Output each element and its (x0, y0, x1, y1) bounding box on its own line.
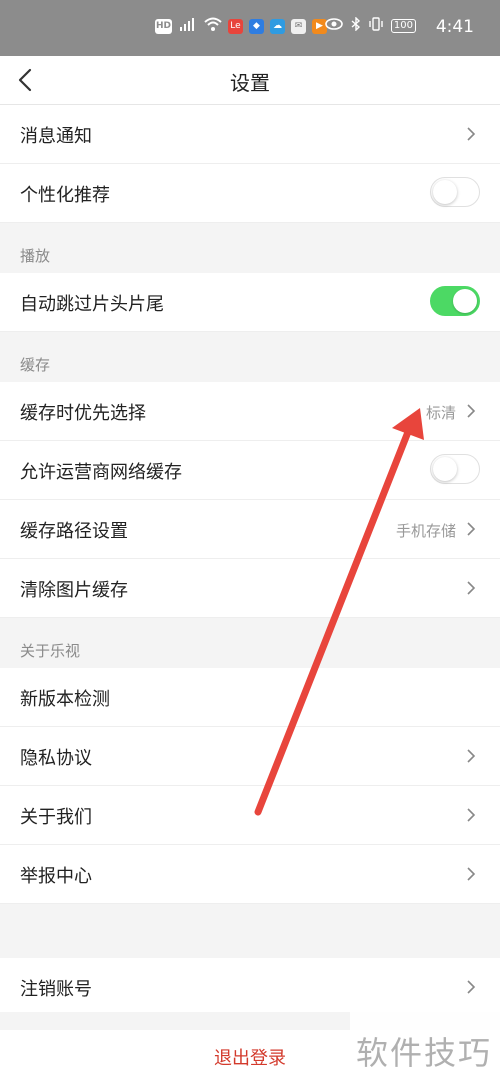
eye-icon (325, 18, 343, 33)
settings-row-label: 消息通知 (20, 126, 92, 147)
4g-signal-icon (178, 17, 198, 36)
personalized-recommend-toggle[interactable] (430, 177, 480, 207)
cloud-app-icon: ☁ (270, 19, 285, 34)
auto-skip-intro-toggle[interactable] (430, 286, 480, 316)
settings-row-label: 关于我们 (20, 807, 92, 828)
status-bar-time: 4:41 (435, 17, 474, 37)
settings-list: 消息通知 个性化推荐 播放 自动跳过片头片尾 缓存 缓存时优先选择 标清 允许运… (0, 105, 500, 1017)
toggle-knob (433, 180, 457, 204)
settings-row-label: 注销账号 (20, 979, 92, 1000)
chevron-right-icon (467, 808, 476, 822)
settings-row-label: 自动跳过片头片尾 (20, 294, 164, 315)
settings-row-label: 缓存时优先选择 (20, 403, 146, 424)
settings-row-privacy-policy[interactable]: 隐私协议 (0, 727, 500, 786)
carrier-network-cache-toggle[interactable] (430, 454, 480, 484)
chevron-right-icon (467, 749, 476, 763)
settings-row-clear-image-cache[interactable]: 清除图片缓存 (0, 559, 500, 618)
navigation-header: 设置 (0, 56, 500, 105)
toggle-knob (433, 457, 457, 481)
section-header-label: 关于乐视 (20, 642, 81, 660)
watermark: 软件技巧 (350, 1010, 500, 1083)
settings-row-message-notification[interactable]: 消息通知 (0, 105, 500, 164)
chevron-right-icon (467, 404, 476, 418)
settings-row-about-us[interactable]: 关于我们 (0, 786, 500, 845)
settings-row-report-center[interactable]: 举报中心 (0, 845, 500, 904)
section-header-label: 播放 (20, 247, 51, 265)
chevron-right-icon (467, 522, 476, 536)
chevron-right-icon (467, 980, 476, 994)
mail-app-icon: ✉ (291, 19, 306, 34)
section-spacer (0, 904, 500, 958)
hd-icon: HD (155, 19, 172, 34)
battery-icon: 100 (390, 18, 416, 33)
watermark-text: 软件技巧 (355, 1034, 492, 1072)
section-header-playback: 播放 (0, 223, 500, 273)
cache-path-value: 手机存储 (395, 522, 456, 540)
settings-row-auto-skip-intro: 自动跳过片头片尾 (0, 273, 500, 332)
settings-row-cache-path[interactable]: 缓存路径设置 手机存储 (0, 500, 500, 559)
section-header-cache: 缓存 (0, 332, 500, 382)
settings-row-check-update[interactable]: 新版本检测 (0, 668, 500, 727)
section-header-about: 关于乐视 (0, 618, 500, 668)
settings-row-label: 举报中心 (20, 866, 92, 887)
chevron-right-icon (467, 127, 476, 141)
status-bar-system-icons: 100 (325, 16, 416, 34)
settings-row-label: 清除图片缓存 (20, 580, 128, 601)
letv-app-icon: Le (228, 19, 243, 34)
settings-row-label: 个性化推荐 (20, 185, 110, 206)
settings-row-personalized-recommend: 个性化推荐 (0, 164, 500, 223)
cache-quality-value: 标清 (425, 404, 456, 422)
settings-row-label: 新版本检测 (20, 689, 110, 710)
section-header-label: 缓存 (20, 356, 51, 374)
chevron-right-icon (467, 867, 476, 881)
status-bar-notification-icons: HD Le ◆ ☁ ✉ ▶ (155, 17, 327, 36)
settings-row-cache-quality[interactable]: 缓存时优先选择 标清 (0, 382, 500, 441)
bluetooth-icon (351, 16, 361, 34)
settings-row-carrier-network-cache: 允许运营商网络缓存 (0, 441, 500, 500)
wifi-icon (204, 17, 222, 36)
status-bar: HD Le ◆ ☁ ✉ ▶ 100 4:41 (0, 0, 500, 56)
settings-row-label: 缓存路径设置 (20, 521, 128, 542)
chevron-right-icon (467, 581, 476, 595)
settings-row-label: 隐私协议 (20, 748, 92, 769)
shield-app-icon: ◆ (249, 19, 264, 34)
settings-row-deactivate-account[interactable]: 注销账号 (0, 958, 500, 1017)
vibrate-icon (369, 17, 383, 34)
page-title: 设置 (230, 71, 270, 95)
settings-row-label: 允许运营商网络缓存 (20, 462, 182, 483)
toggle-knob (453, 289, 477, 313)
